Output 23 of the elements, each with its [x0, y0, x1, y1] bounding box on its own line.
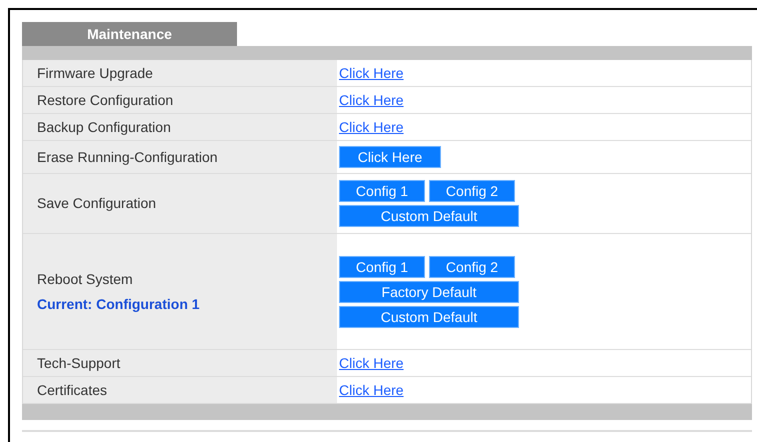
setting-label: Tech-Support	[37, 354, 122, 373]
config-button[interactable]: Config 1	[339, 180, 425, 202]
click-here-link[interactable]: Click Here	[339, 116, 404, 138]
section-tab[interactable]: Maintenance	[22, 22, 237, 46]
current-config-note: Current: Configuration 1	[37, 294, 201, 314]
setting-label: Erase Running-Configuration	[37, 148, 219, 167]
setting-label: Reboot System	[37, 270, 134, 289]
click-here-link[interactable]: Click Here	[339, 380, 404, 400]
setting-label: Save Configuration	[37, 194, 158, 213]
click-here-link[interactable]: Click Here	[339, 62, 404, 84]
config-button[interactable]: Config 2	[429, 256, 515, 278]
action-button[interactable]: Click Here	[339, 146, 441, 168]
config-button[interactable]: Config 1	[339, 256, 425, 278]
action-button[interactable]: Custom Default	[339, 205, 519, 227]
action-button[interactable]: Custom Default	[339, 306, 519, 328]
setting-label: Certificates	[37, 380, 108, 400]
config-button[interactable]: Config 2	[429, 180, 515, 202]
setting-label: Backup Configuration	[37, 118, 172, 137]
click-here-link[interactable]: Click Here	[339, 352, 404, 374]
setting-label: Firmware Upgrade	[37, 64, 154, 83]
click-here-link[interactable]: Click Here	[339, 90, 404, 110]
action-button[interactable]: Factory Default	[339, 280, 519, 302]
setting-label: Restore Configuration	[37, 90, 174, 110]
